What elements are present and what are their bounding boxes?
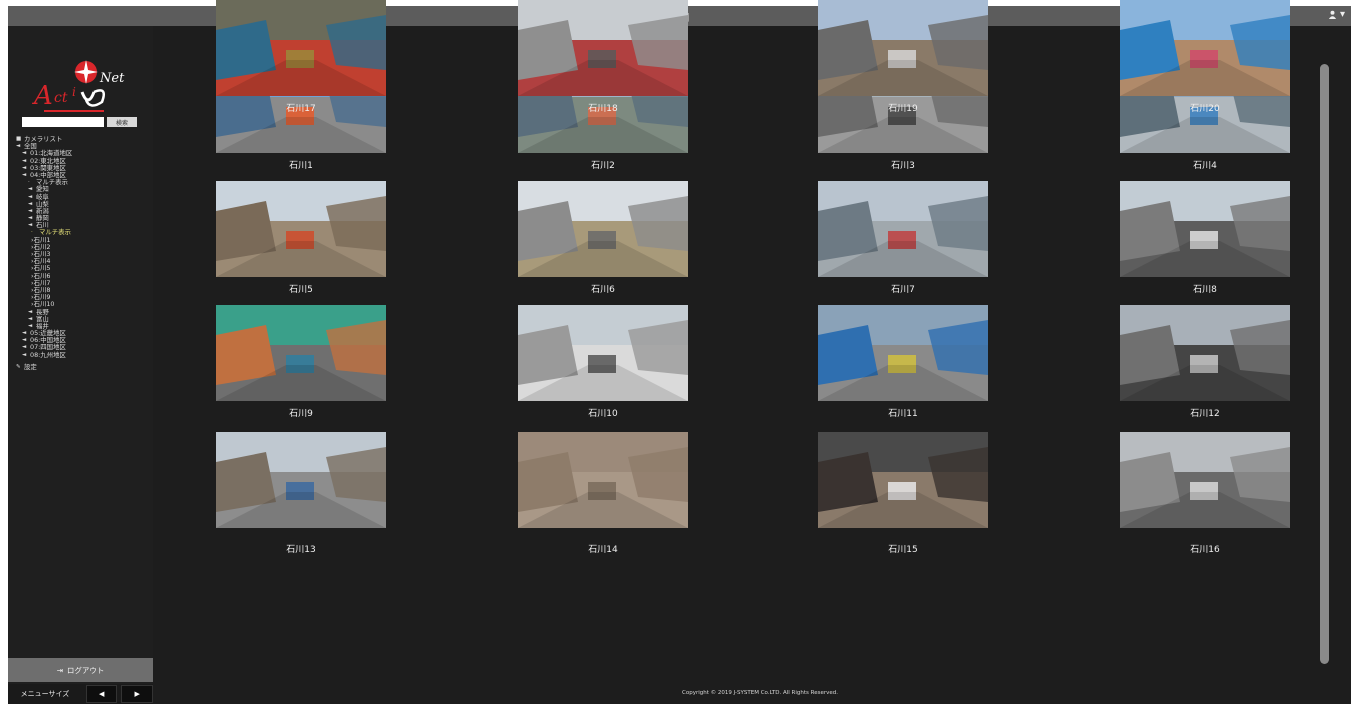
camera-icon: ■ xyxy=(16,136,22,142)
menu-size-bar: メニューサイズ ◀ ▶ xyxy=(8,684,154,704)
camera-tile[interactable]: 石川7 xyxy=(818,181,988,299)
svg-text:ct: ct xyxy=(54,90,68,106)
camera-tree: ■ カメラリスト ◄ 全国 ◄ 01:北海道地区 ◄ 02:東北地区 ◄ 03:関東地区 … xyxy=(16,135,151,371)
chevron-down-icon: ▾ xyxy=(1339,9,1345,20)
search-button[interactable]: 検索 xyxy=(107,117,137,127)
svg-text:Net: Net xyxy=(99,71,125,86)
camera-snapshot[interactable] xyxy=(1120,0,1290,96)
camera-tile[interactable]: 石川18 xyxy=(518,0,688,118)
camera-label: 石川5 xyxy=(289,285,313,295)
camera-icon: ◄ xyxy=(22,157,27,164)
camera-label: 石川11 xyxy=(888,409,918,419)
camera-icon: ◄ xyxy=(28,308,33,315)
camera-snapshot[interactable] xyxy=(818,305,988,401)
menu-shrink-button[interactable]: ◀ xyxy=(85,685,118,703)
camera-snapshot[interactable] xyxy=(518,305,688,401)
camera-tile[interactable]: 石川14 xyxy=(518,432,688,555)
camera-label: 石川19 xyxy=(888,104,918,114)
camera-label: 石川18 xyxy=(588,104,618,114)
camera-label: 石川14 xyxy=(588,545,618,555)
logout-button[interactable]: ⇥ ログアウト xyxy=(8,658,153,682)
camera-tile[interactable]: 石川10 xyxy=(518,305,688,423)
camera-icon: ◄ xyxy=(28,186,33,193)
camera-tile[interactable]: 石川19 xyxy=(818,0,988,118)
vertical-scrollbar[interactable] xyxy=(1320,64,1329,664)
camera-snapshot[interactable] xyxy=(818,181,988,277)
camera-icon: ◄ xyxy=(28,222,33,229)
camera-snapshot[interactable] xyxy=(216,432,386,528)
camera-label: 石川3 xyxy=(891,161,915,171)
wrench-icon: ✎ xyxy=(16,363,21,370)
camera-icon: ◄ xyxy=(22,150,27,157)
camera-snapshot[interactable] xyxy=(1120,432,1290,528)
camera-label: 石川13 xyxy=(286,545,316,555)
camera-label: 石川9 xyxy=(289,409,313,419)
camera-tile[interactable]: 石川16 xyxy=(1120,432,1290,555)
camera-snapshot[interactable] xyxy=(1120,181,1290,277)
camera-snapshot[interactable] xyxy=(818,0,988,96)
camera-tile[interactable]: 石川17 xyxy=(216,0,386,118)
camera-tile[interactable]: 石川12 xyxy=(1120,305,1290,423)
camera-label: 石川4 xyxy=(1193,161,1217,171)
camera-snapshot[interactable] xyxy=(518,181,688,277)
camera-tile[interactable]: 石川5 xyxy=(216,181,386,299)
camera-tile[interactable]: 石川20 xyxy=(1120,0,1290,118)
camera-label: 石川8 xyxy=(1193,285,1217,295)
camera-icon: ◄ xyxy=(28,193,33,200)
copyright: Copyright © 2019 J-SYSTEM Co.LTD. All Ri… xyxy=(682,690,838,696)
search-input[interactable] xyxy=(22,117,104,127)
camera-icon: ◄ xyxy=(22,351,27,358)
camera-tile[interactable]: 石川13 xyxy=(216,432,386,555)
camera-snapshot[interactable] xyxy=(818,432,988,528)
camera-label: 石川17 xyxy=(286,104,316,114)
camera-snapshot[interactable] xyxy=(216,181,386,277)
logout-icon: ⇥ xyxy=(56,665,63,675)
camera-label: 石川2 xyxy=(591,161,615,171)
camera-icon: ◄ xyxy=(28,215,33,222)
camera-icon: ◄ xyxy=(22,337,27,344)
camera-tile[interactable]: 石川15 xyxy=(818,432,988,555)
sidebar: A ct i Net 検索 ■ カメラリスト ◄ 全国 ◄ 01:北海道地区 ◄ 02:… xyxy=(8,26,153,704)
user-menu[interactable]: ▾ xyxy=(1328,9,1345,20)
camera-icon: ◄ xyxy=(22,330,27,337)
camera-label: 石川6 xyxy=(591,285,615,295)
camera-icon: ◄ xyxy=(22,171,27,178)
camera-icon: ◄ xyxy=(28,315,33,322)
camera-tile[interactable]: 石川8 xyxy=(1120,181,1290,299)
camera-icon: ◄ xyxy=(28,200,33,207)
tree-prefecture-ishikawa[interactable]: ◄ 石川 xyxy=(16,222,151,229)
svg-text:i: i xyxy=(72,85,76,99)
camera-icon: ◄ xyxy=(28,207,33,214)
activenet-logo: A ct i Net xyxy=(32,60,125,112)
camera-tile[interactable]: 石川6 xyxy=(518,181,688,299)
camera-tile[interactable]: 石川11 xyxy=(818,305,988,423)
user-icon xyxy=(1328,10,1337,19)
camera-icon: ◄ xyxy=(22,164,27,171)
camera-snapshot[interactable] xyxy=(518,432,688,528)
tree-settings[interactable]: ✎ 設定 xyxy=(16,363,151,371)
camera-label: 石川20 xyxy=(1190,104,1220,114)
camera-icon: ◄ xyxy=(16,143,21,150)
camera-label: 石川10 xyxy=(588,409,618,419)
menu-expand-button[interactable]: ▶ xyxy=(121,685,154,703)
menu-size-label: メニューサイズ xyxy=(20,690,70,698)
camera-icon: ◄ xyxy=(22,344,27,351)
camera-label: 石川1 xyxy=(289,161,313,171)
camera-label: 石川16 xyxy=(1190,545,1220,555)
camera-label: 石川7 xyxy=(891,285,915,295)
camera-snapshot[interactable] xyxy=(216,305,386,401)
camera-snapshot[interactable] xyxy=(518,0,688,96)
camera-label: 石川12 xyxy=(1190,409,1220,419)
camera-snapshot[interactable] xyxy=(216,0,386,96)
bullet-icon: · xyxy=(28,179,30,186)
camera-tile[interactable]: 石川9 xyxy=(216,305,386,423)
camera-snapshot[interactable] xyxy=(1120,305,1290,401)
tree-region[interactable]: ◄ 08:九州地区 xyxy=(16,351,151,359)
svg-text:A: A xyxy=(32,81,53,111)
camera-label: 石川15 xyxy=(888,545,918,555)
